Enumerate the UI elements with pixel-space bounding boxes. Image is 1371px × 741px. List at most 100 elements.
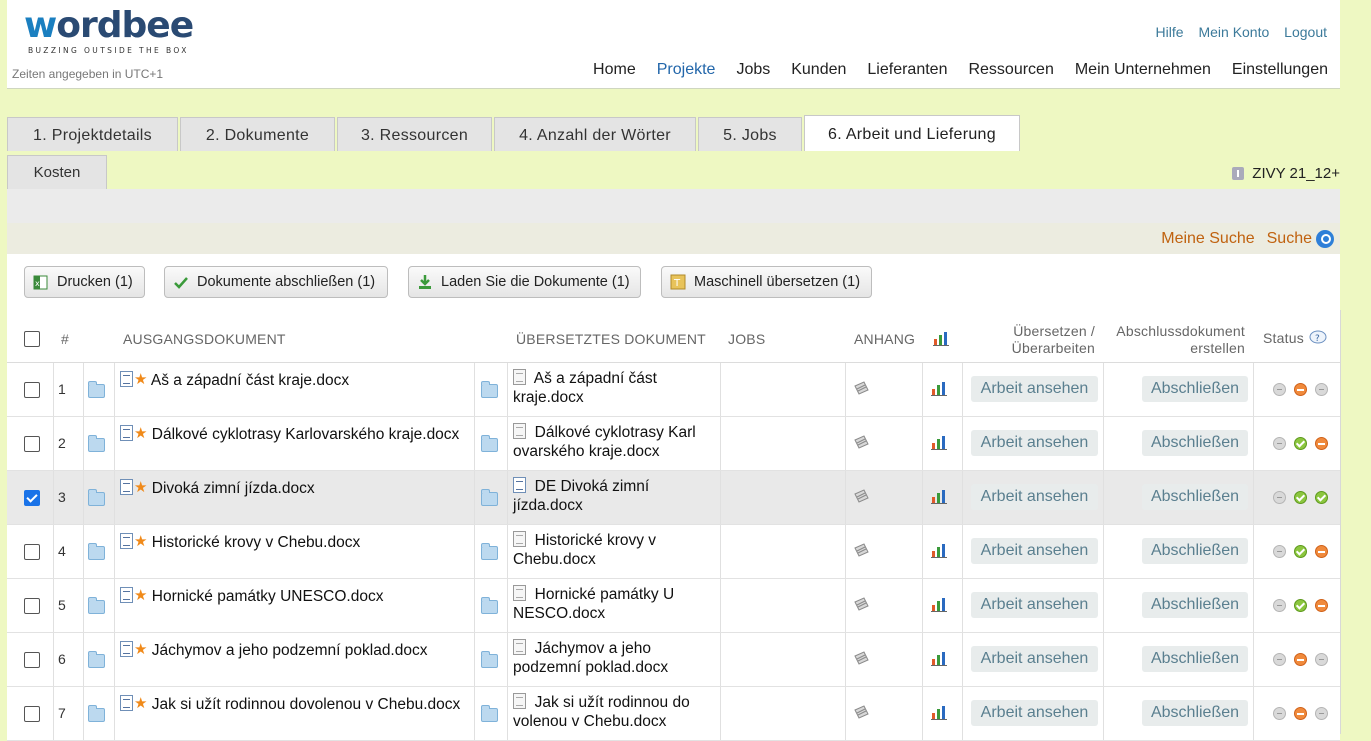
status-gray-icon[interactable] <box>1315 707 1328 720</box>
target-folder-icon[interactable] <box>481 597 498 614</box>
source-folder-icon[interactable] <box>88 489 105 506</box>
status-orange-icon[interactable] <box>1315 599 1328 612</box>
row-checkbox[interactable] <box>24 706 40 722</box>
status-gray-icon[interactable] <box>1273 491 1286 504</box>
finalize-button[interactable]: Abschließen <box>1142 376 1248 402</box>
source-document-link[interactable]: ★ Jak si užít rodinnou dovolenou v Chebu… <box>120 694 475 714</box>
status-gray-icon[interactable] <box>1273 707 1286 720</box>
download-documents-button[interactable]: Laden Sie die Dokumente (1) <box>408 266 641 298</box>
row-checkbox[interactable] <box>24 490 40 506</box>
table-row[interactable]: 7 ★ Jak si užít rodinnou dovolenou v Cheb… <box>7 687 1340 741</box>
statistics-icon[interactable] <box>931 596 947 612</box>
view-work-button[interactable]: Arbeit ansehen <box>971 484 1098 510</box>
source-folder-icon[interactable] <box>88 597 105 614</box>
print-button[interactable]: x Drucken (1) <box>24 266 145 298</box>
status-gray-icon[interactable] <box>1273 545 1286 558</box>
source-document-link[interactable]: ★ Historické krovy v Chebu.docx <box>120 532 475 552</box>
target-folder-icon[interactable] <box>481 705 498 722</box>
view-work-button[interactable]: Arbeit ansehen <box>971 538 1098 564</box>
tab-6[interactable]: 6. Arbeit und Lieferung <box>804 115 1020 151</box>
translated-document-link[interactable]: Jak si užít rodinnou do volenou v Chebu.… <box>513 693 713 731</box>
status-green-icon[interactable] <box>1294 437 1307 450</box>
row-checkbox[interactable] <box>24 382 40 398</box>
finalize-button[interactable]: Abschließen <box>1142 646 1248 672</box>
view-work-button[interactable]: Arbeit ansehen <box>971 700 1098 726</box>
tab-3[interactable]: 3. Ressourcen <box>337 117 492 151</box>
wordbee-logo[interactable]: wordbee BUZZING OUTSIDE THE BOX <box>24 6 224 62</box>
nav-lieferanten[interactable]: Lieferanten <box>867 61 947 79</box>
source-folder-icon[interactable] <box>88 705 105 722</box>
table-row[interactable]: 6 ★ Jáchymov a jeho podzemní poklad.docx … <box>7 633 1340 687</box>
table-row[interactable]: 3 ★ Divoká zimní jízda.docx DE Divoká zim… <box>7 471 1340 525</box>
status-orange-icon[interactable] <box>1294 383 1307 396</box>
help-link[interactable]: Hilfe <box>1156 24 1184 40</box>
search-link[interactable]: Suche <box>1267 230 1312 248</box>
source-document-link[interactable]: ★ Aš a západní část kraje.docx <box>120 370 475 390</box>
finalize-button[interactable]: Abschließen <box>1142 484 1248 510</box>
translated-document-link[interactable]: Jáchymov a jeho podzemní poklad.docx <box>513 639 713 677</box>
target-folder-icon[interactable] <box>481 381 498 398</box>
row-checkbox[interactable] <box>24 652 40 668</box>
attachment-icon[interactable] <box>852 704 870 722</box>
status-gray-icon[interactable] <box>1273 653 1286 666</box>
status-orange-icon[interactable] <box>1315 437 1328 450</box>
row-checkbox[interactable] <box>24 544 40 560</box>
logout-link[interactable]: Logout <box>1284 24 1327 40</box>
status-gray-icon[interactable] <box>1273 383 1286 396</box>
statistics-icon[interactable] <box>931 704 947 720</box>
status-green-icon[interactable] <box>1294 491 1307 504</box>
account-link[interactable]: Mein Konto <box>1198 24 1269 40</box>
status-orange-icon[interactable] <box>1294 653 1307 666</box>
source-document-link[interactable]: ★ Hornické památky UNESCO.docx <box>120 586 475 606</box>
statistics-icon[interactable] <box>931 488 947 504</box>
finalize-button[interactable]: Abschließen <box>1142 592 1248 618</box>
view-work-button[interactable]: Arbeit ansehen <box>971 430 1098 456</box>
target-folder-icon[interactable] <box>481 489 498 506</box>
nav-projekte[interactable]: Projekte <box>657 61 716 79</box>
row-checkbox[interactable] <box>24 598 40 614</box>
finalize-button[interactable]: Abschließen <box>1142 430 1248 456</box>
nav-ressourcen[interactable]: Ressourcen <box>968 61 1053 79</box>
attachment-icon[interactable] <box>852 380 870 398</box>
source-folder-icon[interactable] <box>88 543 105 560</box>
statistics-icon[interactable] <box>931 380 947 396</box>
nav-einstellungen[interactable]: Einstellungen <box>1232 61 1328 79</box>
select-all-checkbox[interactable] <box>24 331 40 347</box>
status-orange-icon[interactable] <box>1315 545 1328 558</box>
translated-document-link[interactable]: Dálkové cyklotrasy Karl ovarského kraje.… <box>513 423 713 461</box>
source-folder-icon[interactable] <box>88 651 105 668</box>
status-gray-icon[interactable] <box>1315 653 1328 666</box>
translated-document-link[interactable]: Hornické památky U NESCO.docx <box>513 585 713 623</box>
statistics-icon[interactable] <box>931 434 947 450</box>
source-folder-icon[interactable] <box>88 435 105 452</box>
attachment-icon[interactable] <box>852 650 870 668</box>
status-green-icon[interactable] <box>1315 491 1328 504</box>
target-folder-icon[interactable] <box>481 543 498 560</box>
status-gray-icon[interactable] <box>1315 383 1328 396</box>
translated-document-link[interactable]: Aš a západní část kraje.docx <box>513 369 713 407</box>
finalize-button[interactable]: Abschließen <box>1142 538 1248 564</box>
row-checkbox[interactable] <box>24 436 40 452</box>
col-source-document[interactable]: AUSGANGSDOKUMENT <box>123 331 286 347</box>
view-work-button[interactable]: Arbeit ansehen <box>971 592 1098 618</box>
close-documents-button[interactable]: Dokumente abschließen (1) <box>164 266 388 298</box>
source-folder-icon[interactable] <box>88 381 105 398</box>
source-document-link[interactable]: ★ Jáchymov a jeho podzemní poklad.docx <box>120 640 475 660</box>
statistics-icon[interactable] <box>931 650 947 666</box>
source-document-link[interactable]: ★ Dálkové cyklotrasy Karlovarského kraje… <box>120 424 475 444</box>
machine-translate-button[interactable]: T Maschinell übersetzen (1) <box>661 266 872 298</box>
tab-4[interactable]: 4. Anzahl der Wörter <box>494 117 696 151</box>
status-orange-icon[interactable] <box>1294 707 1307 720</box>
status-gray-icon[interactable] <box>1273 437 1286 450</box>
table-row[interactable]: 4 ★ Historické krovy v Chebu.docx Histori… <box>7 525 1340 579</box>
target-folder-icon[interactable] <box>481 651 498 668</box>
search-icon[interactable] <box>1316 230 1334 248</box>
my-search-link[interactable]: Meine Suche <box>1161 230 1254 248</box>
table-row[interactable]: 1 ★ Aš a západní část kraje.docx Aš a záp… <box>7 363 1340 417</box>
attachment-icon[interactable] <box>852 488 870 506</box>
target-folder-icon[interactable] <box>481 435 498 452</box>
table-row[interactable]: 2 ★ Dálkové cyklotrasy Karlovarského kraj… <box>7 417 1340 471</box>
translated-document-link[interactable]: DE Divoká zimní jízda.docx <box>513 477 713 515</box>
nav-mein-unternehmen[interactable]: Mein Unternehmen <box>1075 61 1211 79</box>
translated-document-link[interactable]: Historické krovy v Chebu.docx <box>513 531 713 569</box>
